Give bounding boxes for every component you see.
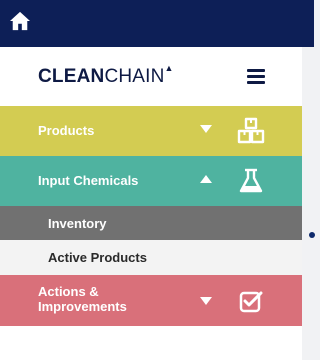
sidebar-item-label: Inventory [48, 216, 107, 231]
cleanchain-logo[interactable]: CLEANCHAIN ▲ [38, 63, 173, 88]
chevron-up-icon [200, 175, 212, 183]
scroll-indicator [309, 232, 315, 238]
sidebar-item-label: Products [38, 123, 95, 138]
flask-icon [239, 168, 263, 193]
sidebar-item-input-chemicals[interactable]: Input Chemicals [0, 156, 302, 206]
boxes-icon [237, 117, 265, 144]
checkbox-icon [239, 291, 263, 313]
home-icon[interactable] [9, 11, 31, 31]
brand-header: CLEANCHAIN ▲ [0, 47, 302, 106]
chevron-down-icon [200, 125, 212, 133]
sidebar-item-label: Active Products [48, 250, 147, 265]
sidebar-subitem-active-products[interactable]: Active Products [0, 240, 302, 275]
menu-toggle-icon[interactable] [247, 69, 265, 84]
logo-caret-icon: ▲ [164, 63, 174, 73]
chevron-down-icon [200, 297, 212, 305]
sidebar-item-label: Actions & Improvements [38, 284, 127, 314]
sidebar-item-actions-improvements[interactable]: Actions & Improvements [0, 275, 302, 326]
sidebar: CLEANCHAIN ▲ Products Input Chemicals Inv… [0, 47, 302, 360]
sidebar-item-label: Input Chemicals [38, 173, 139, 188]
top-bar [0, 0, 314, 47]
sidebar-item-products[interactable]: Products [0, 106, 302, 156]
sidebar-subitem-inventory[interactable]: Inventory [0, 206, 302, 240]
